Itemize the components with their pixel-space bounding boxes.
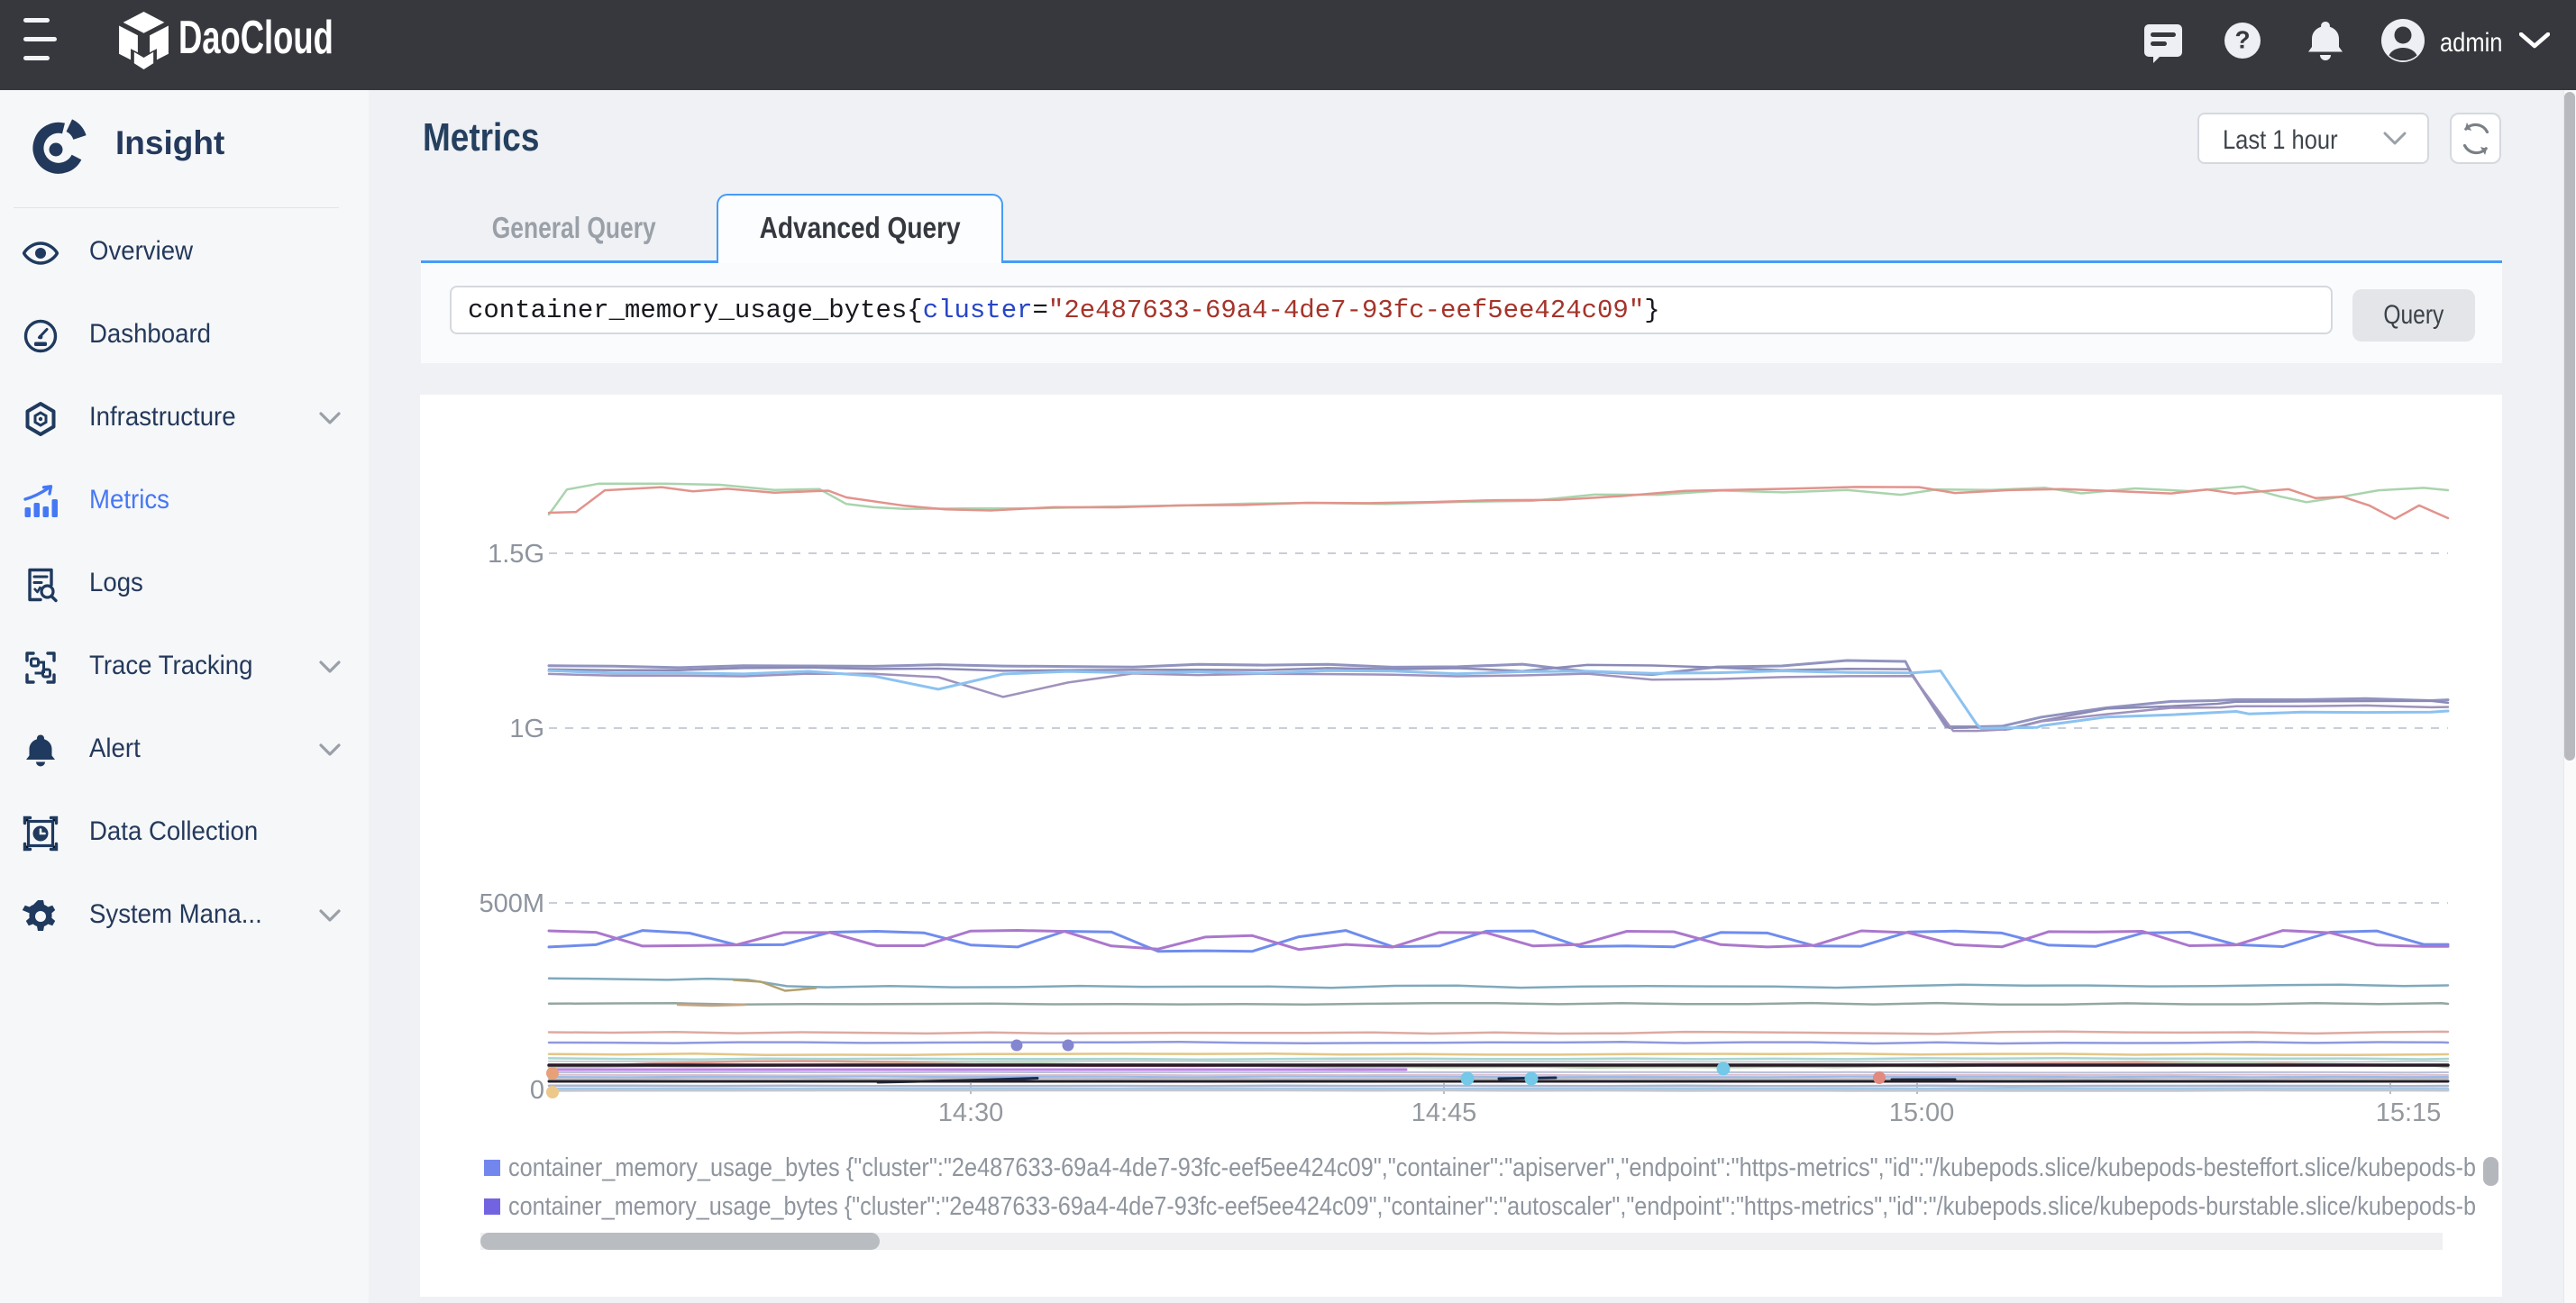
svg-text:1.5G: 1.5G bbox=[488, 540, 544, 569]
svg-text:500M: 500M bbox=[479, 889, 544, 918]
svg-text:14:30: 14:30 bbox=[938, 1098, 1004, 1127]
svg-text:14:45: 14:45 bbox=[1411, 1098, 1477, 1127]
svg-text:0: 0 bbox=[530, 1076, 544, 1105]
svg-text:1G: 1G bbox=[509, 715, 544, 743]
svg-text:15:00: 15:00 bbox=[1889, 1098, 1955, 1127]
svg-text:?: ? bbox=[2234, 26, 2250, 54]
svg-text:15:15: 15:15 bbox=[2376, 1098, 2442, 1127]
svg-text:container_memory_usage_bytes {: container_memory_usage_bytes {"cluster":… bbox=[508, 1153, 2476, 1182]
svg-text:container_memory_usage_bytes {: container_memory_usage_bytes {"cluster":… bbox=[508, 1192, 2476, 1221]
